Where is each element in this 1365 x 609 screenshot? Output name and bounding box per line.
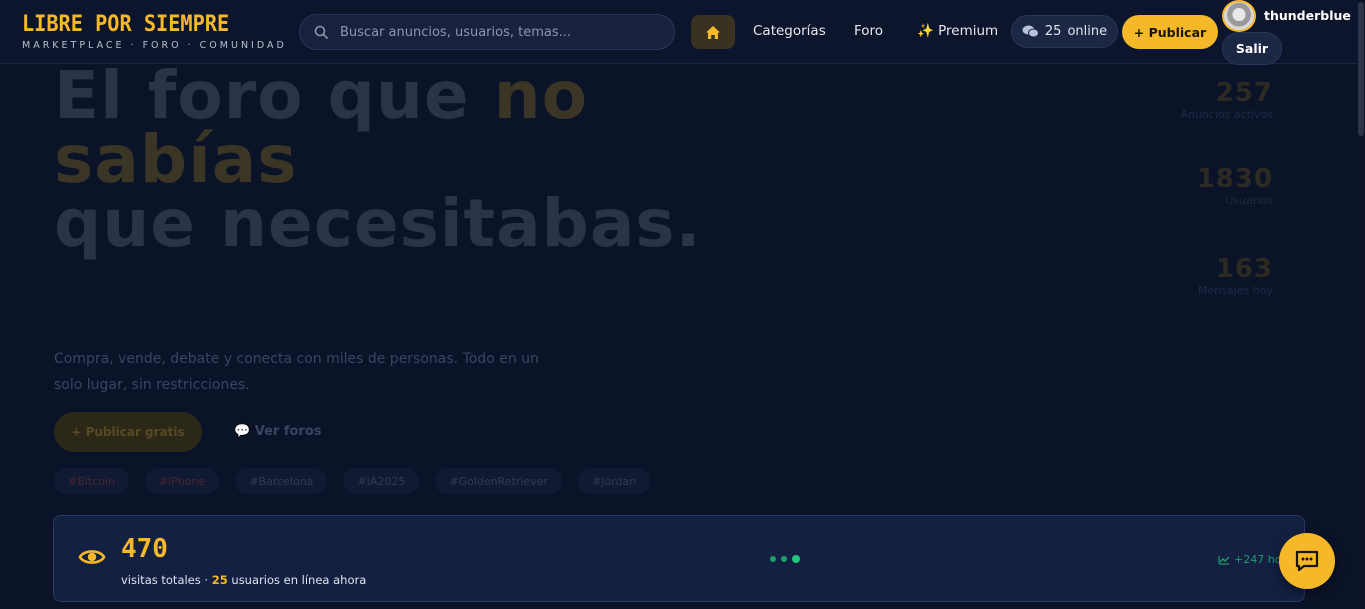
search-icon [314, 25, 328, 39]
hero-title: El foro que no sabías que necesitabas. [54, 63, 854, 257]
nav-categories[interactable]: Categorías [753, 23, 826, 39]
online-users-pill[interactable]: 25 online [1011, 15, 1118, 48]
page-scrollbar[interactable] [1357, 0, 1365, 609]
tag-chip[interactable]: #Barcelona [235, 468, 328, 494]
scrollbar-thumb[interactable] [1358, 2, 1364, 136]
users-online-count: 25 [211, 573, 228, 587]
publish-button[interactable]: + Publicar [1122, 15, 1218, 49]
username[interactable]: thunderblue [1264, 8, 1351, 23]
chat-bubbles-icon [1022, 25, 1039, 38]
stat-value: 163 [1215, 254, 1273, 284]
visits-panel: 470 visitas totales · 25 usuarios en lín… [53, 515, 1305, 602]
visits-trend: +247 hoy [1218, 553, 1288, 566]
activity-dot [770, 556, 776, 562]
chat-message-icon [1295, 550, 1319, 572]
brand-subtitle: MARKETPLACE · FORO · COMUNIDAD [22, 40, 287, 51]
tag-chip[interactable]: #GoldenRetriever [435, 468, 563, 494]
search-input[interactable] [340, 24, 640, 40]
online-count: 25 [1044, 24, 1062, 39]
tag-chip[interactable]: #iPhone [144, 468, 220, 494]
logout-button[interactable]: Salir [1222, 32, 1282, 65]
stat-value: 1830 [1196, 164, 1273, 194]
trending-tags: #Bitcoin #iPhone #Barcelona #IA2025 #Gol… [54, 468, 651, 494]
publish-free-button[interactable]: + Publicar gratis [54, 412, 202, 452]
top-header: LIBRE POR SIEMPRE MARKETPLACE · FORO · C… [0, 0, 1357, 65]
stat-users: 1830 Usuarios [1197, 164, 1273, 207]
chat-fab-button[interactable] [1279, 533, 1335, 589]
hero-title-part2: que necesitabas. [54, 185, 702, 262]
view-forums-label: Ver foros [254, 424, 322, 439]
trend-up-icon [1218, 555, 1230, 565]
tag-chip[interactable]: #Bitcoin [54, 468, 129, 494]
visits-count: 470 [121, 534, 168, 564]
activity-dot [792, 555, 800, 563]
online-label: online [1067, 24, 1108, 39]
tag-chip[interactable]: #IA2025 [343, 468, 420, 494]
visits-summary: visitas totales · 25 usuarios en línea a… [121, 573, 366, 587]
user-avatar[interactable] [1222, 0, 1256, 32]
brand-logo[interactable]: LIBRE POR SIEMPRE MARKETPLACE · FORO · C… [22, 12, 287, 51]
home-button[interactable] [691, 15, 735, 49]
activity-dot [781, 556, 787, 562]
search-bar[interactable] [299, 14, 675, 50]
home-icon [706, 25, 720, 39]
stat-label: Anuncios activos [1180, 108, 1273, 121]
stat-value: 257 [1215, 78, 1273, 108]
brand-title: LIBRE POR SIEMPRE [22, 12, 230, 37]
stat-label: Usuarios [1225, 194, 1273, 207]
stat-label: Mensajes hoy [1198, 284, 1273, 297]
eye-icon [78, 550, 106, 564]
view-forums-button[interactable]: 💬 Ver foros [234, 424, 322, 439]
nav-premium[interactable]: ✨ Premium [917, 23, 998, 39]
stat-ads: 257 Anuncios activos [1180, 78, 1273, 121]
nav-forum[interactable]: Foro [854, 23, 883, 39]
chat-bubbles-icon: 💬 [234, 424, 251, 439]
activity-dots [770, 555, 800, 563]
visits-label-after: usuarios en línea ahora [227, 573, 367, 587]
hero-subtitle: Compra, vende, debate y conecta con mile… [54, 351, 539, 393]
tag-chip[interactable]: #Jordan [578, 468, 651, 494]
stat-messages: 163 Mensajes hoy [1198, 254, 1273, 297]
visits-label-before: visitas totales · [121, 573, 212, 587]
